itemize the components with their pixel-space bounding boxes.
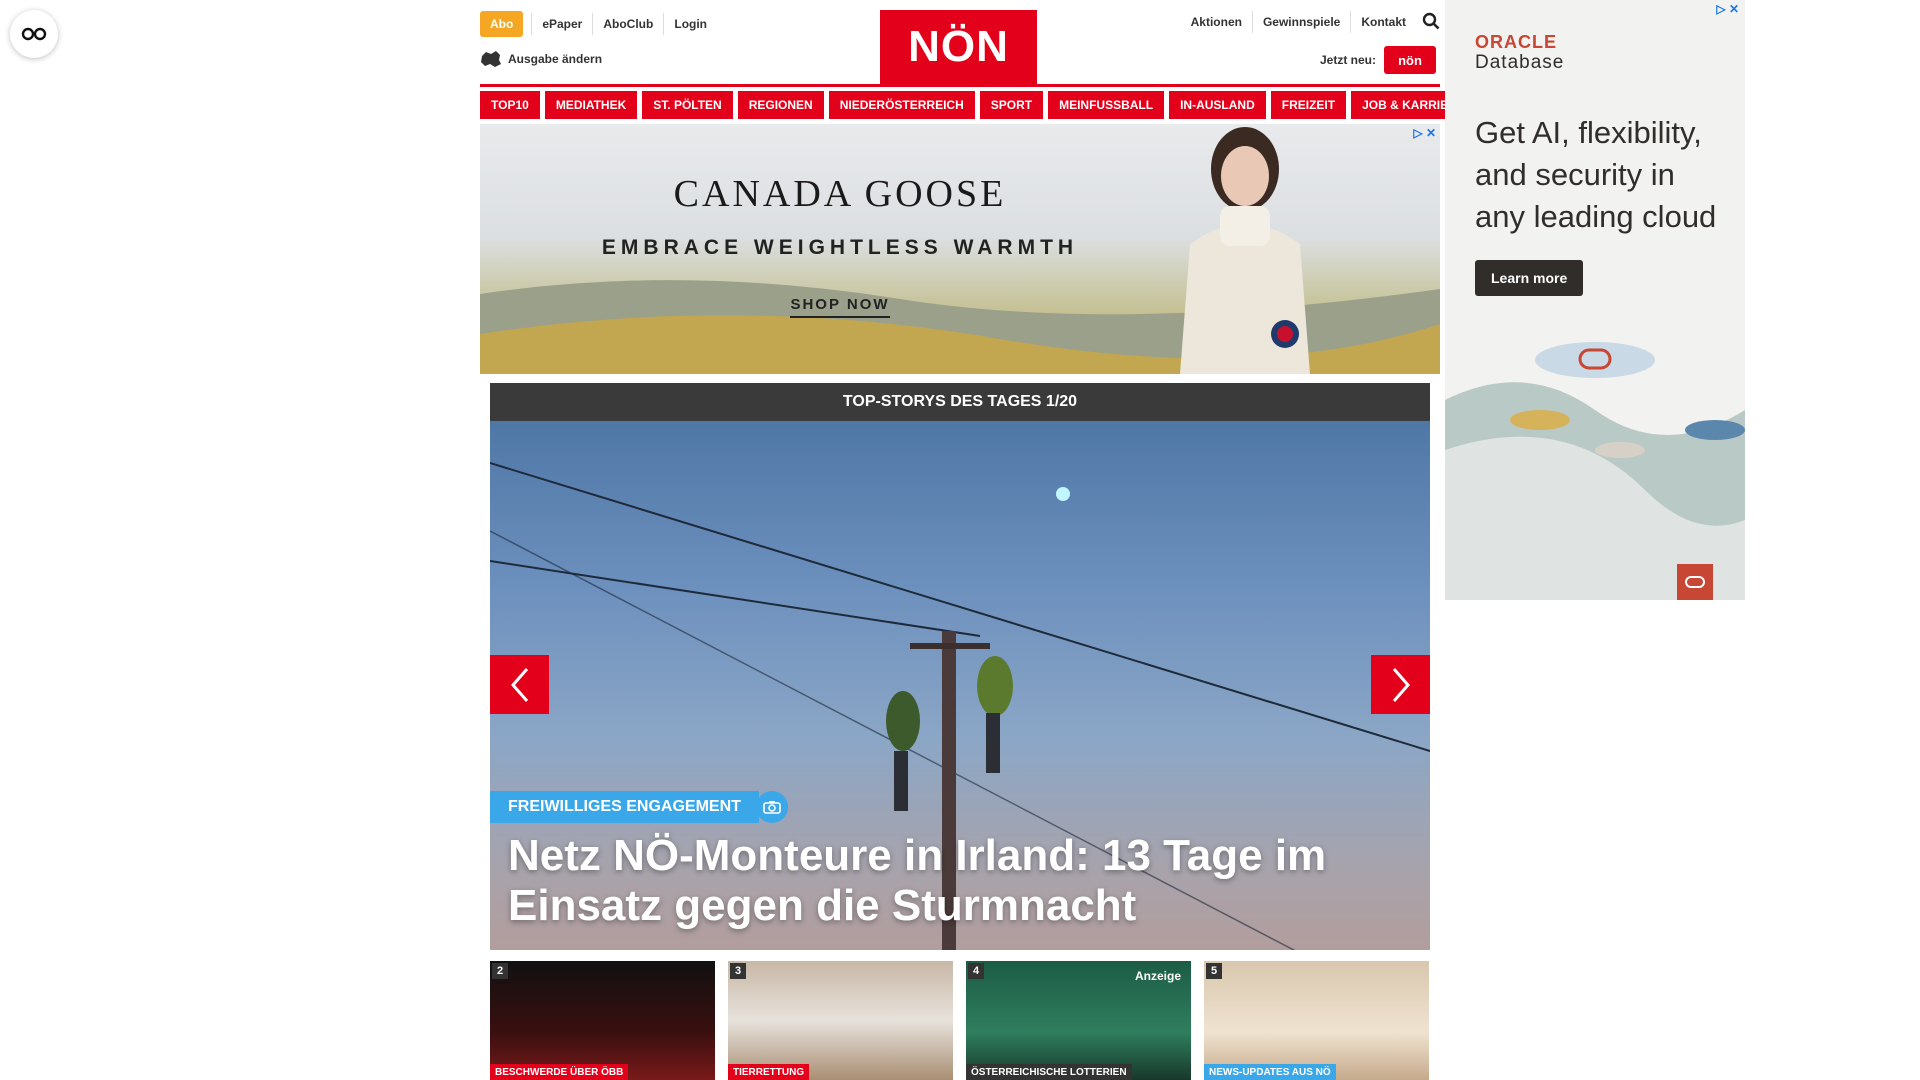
adchoices-icon[interactable]: ▷ ✕ [1413,126,1436,140]
story-thumb[interactable]: 2 BESCHWERDE ÜBER ÖBB [490,961,715,1080]
story-rank: 2 [492,963,508,979]
ad-tagline: EMBRACE WEIGHTLESS WARMTH [601,236,1079,259]
sponsored-label: Anzeige [1134,969,1181,983]
top-stories-header: TOP-STORYS DES TAGES 1/20 [490,383,1430,421]
main-nav: TOP10 MEDIATHEK ST. PÖLTEN REGIONEN NIED… [480,91,1476,119]
edition-label: Ausgabe ändern [508,52,603,66]
top-links: Abo ePaper AboClub Login [480,11,717,37]
story-rank: 3 [730,963,746,979]
nav-item-st-poelten[interactable]: ST. PÖLTEN [642,91,733,119]
lower-austria-map-icon [481,51,501,67]
ad-brand: CANADA GOOSE [673,173,1007,215]
kontakt-link[interactable]: Kontakt [1350,11,1416,33]
ad-shop-now[interactable]: SHOP NOW [760,296,920,318]
noen-logo[interactable]: NÖN [880,10,1037,84]
cloud-illustration [1445,342,1745,600]
story-tag: TIERRETTUNG [728,1064,810,1080]
new-product-row: Jetzt neu: nön [1320,46,1436,74]
nav-item-sport[interactable]: SPORT [979,91,1044,119]
story-rank: 4 [968,963,984,979]
oracle-headline: Get AI, flexibility, and security in any… [1475,115,1717,234]
oracle-brand: ORACLE [1475,32,1557,52]
nav-item-meinfussball[interactable]: MEINFUSSBALL [1048,91,1165,119]
story-category[interactable]: FREIWILLIGES ENGAGEMENT [490,791,759,823]
story-rank: 5 [1206,963,1222,979]
header: Abo ePaper AboClub Login Ausgabe ändern … [480,0,1440,84]
slider-prev-button[interactable] [490,655,549,714]
story-tag: NEWS-UPDATES AUS NÖ [1204,1064,1336,1080]
oracle-logo-icon [1677,564,1713,600]
story-tag: BESCHWERDE ÜBER ÖBB [490,1064,629,1080]
aktionen-link[interactable]: Aktionen [1181,11,1252,33]
canada-goose-ad[interactable]: CANADA GOOSE EMBRACE WEIGHTLESS WARMTH S… [480,124,1440,374]
story-headline[interactable]: Netz NÖ-Monteure in Irland: 13 Tage im E… [508,831,1388,931]
aboclub-link[interactable]: AboClub [592,13,663,35]
hero-story[interactable]: FREIWILLIGES ENGAGEMENT Netz NÖ-Monteure… [490,421,1430,950]
page-content: Abo ePaper AboClub Login Ausgabe ändern … [480,0,1476,1080]
chevron-right-icon [1392,667,1410,702]
slider-next-button[interactable] [1371,655,1430,714]
gewinnspiele-link[interactable]: Gewinnspiele [1251,11,1350,33]
epaper-link[interactable]: ePaper [531,13,592,35]
story-thumb[interactable]: 4 Anzeige ÖSTERREICHISCHE LOTTERIEN [966,961,1191,1080]
story-tag: ÖSTERREICHISCHE LOTTERIEN [966,1064,1132,1080]
nav-item-regionen[interactable]: REGIONEN [737,91,824,119]
nav-item-in-ausland[interactable]: IN-AUSLAND [1169,91,1266,119]
story-thumb[interactable]: 3 TIERRETTUNG [728,961,953,1080]
nav-item-freizeit[interactable]: FREIZEIT [1270,91,1347,119]
new-product-badge[interactable]: nön [1384,46,1436,74]
oracle-ad[interactable]: ▷ ✕ ORACLE Database Get AI, flexibility,… [1445,0,1745,600]
abo-button[interactable]: Abo [480,11,524,37]
edition-selector[interactable]: Ausgabe ändern [480,50,602,68]
ad-model-image [1180,127,1310,374]
chevron-left-icon [510,667,528,702]
nav-item-niederoesterreich[interactable]: NIEDERÖSTERREICH [828,91,975,119]
nav-item-top10[interactable]: TOP10 [480,91,540,119]
search-icon[interactable] [1422,12,1440,33]
nav-item-mediathek[interactable]: MEDIATHEK [544,91,638,119]
camera-icon [756,791,788,823]
right-links: Aktionen Gewinnspiele Kontakt [1181,11,1440,33]
oracle-product: Database [1475,52,1565,73]
new-label: Jetzt neu: [1319,53,1376,67]
login-link[interactable]: Login [663,13,717,35]
story-thumbnails: 2 BESCHWERDE ÜBER ÖBB 3 TIERRETTUNG 4 An… [490,961,1430,1080]
story-thumb[interactable]: 5 NEWS-UPDATES AUS NÖ [1204,961,1429,1080]
header-divider [480,84,1440,87]
learn-more-button[interactable]: Learn more [1475,260,1584,296]
top-stories-slider: TOP-STORYS DES TAGES 1/20 FREIWILLIGES E… [490,383,1430,950]
glasses-icon [21,27,47,41]
reader-mode-button[interactable] [10,10,58,58]
adchoices-icon[interactable]: ▷ ✕ [1716,2,1739,16]
